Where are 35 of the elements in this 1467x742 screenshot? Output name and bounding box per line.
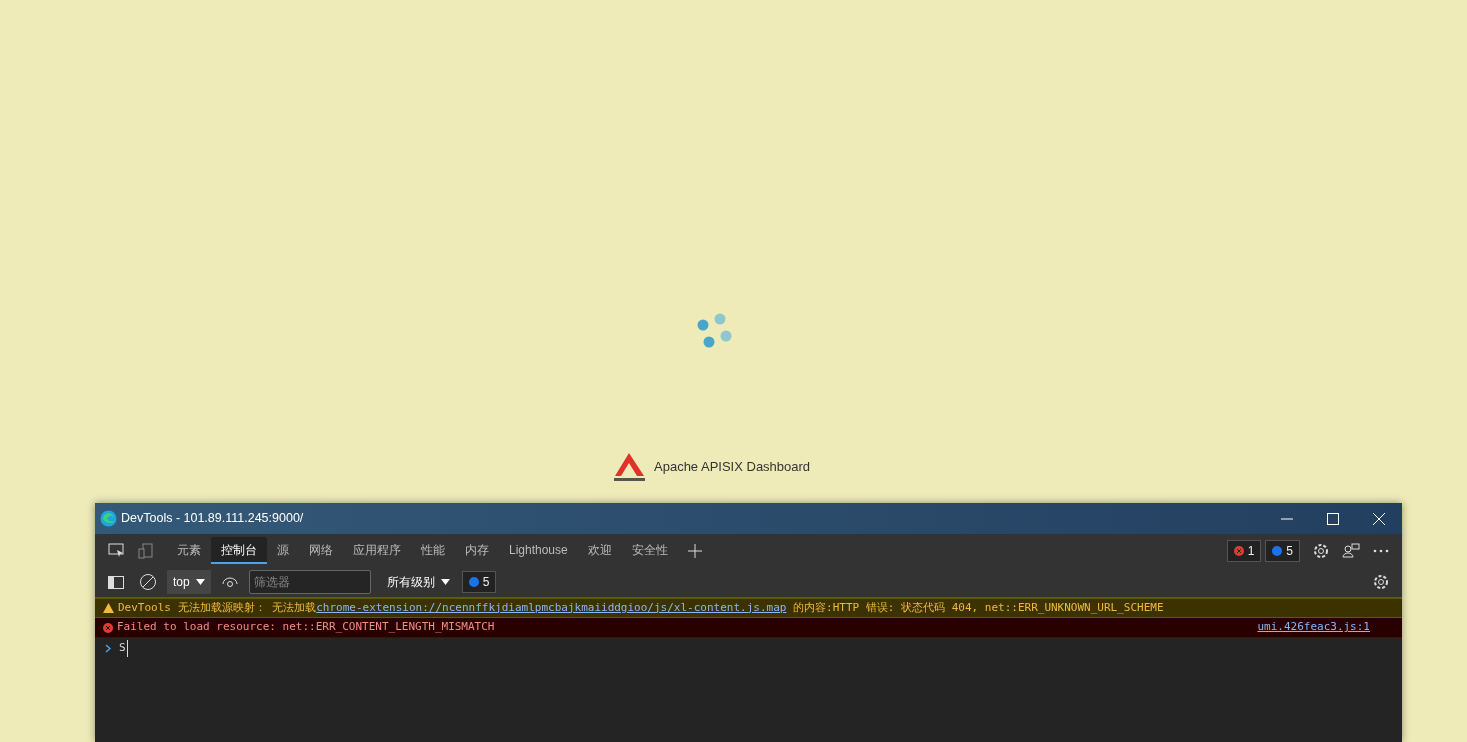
tab[interactable]: 网络: [299, 537, 343, 564]
logo-icon: [613, 452, 646, 482]
context-dropdown[interactable]: top: [167, 570, 211, 594]
tab[interactable]: 源: [267, 537, 299, 564]
caret-icon: [195, 579, 205, 585]
message-icon: [468, 577, 479, 587]
tab[interactable]: 内存: [455, 537, 499, 564]
caret-icon: [440, 579, 450, 585]
error-counter[interactable]: 1: [1226, 539, 1262, 562]
tab[interactable]: 控制台: [211, 537, 267, 564]
tab[interactable]: 安全性: [621, 537, 678, 564]
close-icon[interactable]: [1373, 512, 1385, 525]
message-text: Failed to load resource: net::ERR_CONTENT_LENGTH_MISMATCH: [117, 619, 495, 636]
console-input[interactable]: S: [119, 640, 128, 657]
prompt-icon: [105, 643, 111, 653]
levels-dropdown[interactable]: 所有级别: [380, 570, 456, 594]
maximize-icon[interactable]: [1327, 512, 1339, 525]
source-link[interactable]: umi.426feac3.js:1: [1257, 619, 1370, 636]
message-counter[interactable]: 5: [1265, 539, 1300, 562]
browser-logo-icon: [100, 510, 117, 527]
error-icon: [1233, 545, 1244, 556]
tab[interactable]: Lighthouse: [499, 537, 578, 564]
message-text: DevTools 无法加载源映射： 无法加载chrome-extension://ncennffkjdiamlpmcbajkmaiiddgioo/js/xl-content.js.map 的内容:HTTP 错误: 状态代码 404, net::ERR_UNKNOWN_URL_SCHEME: [118, 599, 1164, 616]
message-icon: [1272, 545, 1283, 556]
brand-name: Apache APISIX Dashboard: [654, 458, 811, 477]
window-title: DevTools - 101.89.111.245:9000/: [121, 510, 305, 528]
tab[interactable]: 元素: [167, 537, 211, 564]
tab[interactable]: 性能: [411, 537, 455, 564]
issues-counter[interactable]: 5: [461, 571, 497, 593]
filter-field[interactable]: 筛选器: [248, 570, 371, 594]
tab[interactable]: 欢迎: [577, 537, 622, 564]
error-icon: [103, 622, 113, 633]
source-map-link[interactable]: chrome-extension://ncennffkjdiamlpmcbajkmaiiddgioo/js/xl-content.js.map: [316, 600, 787, 614]
tab[interactable]: 应用程序: [343, 537, 411, 564]
warning-icon: [103, 603, 114, 613]
